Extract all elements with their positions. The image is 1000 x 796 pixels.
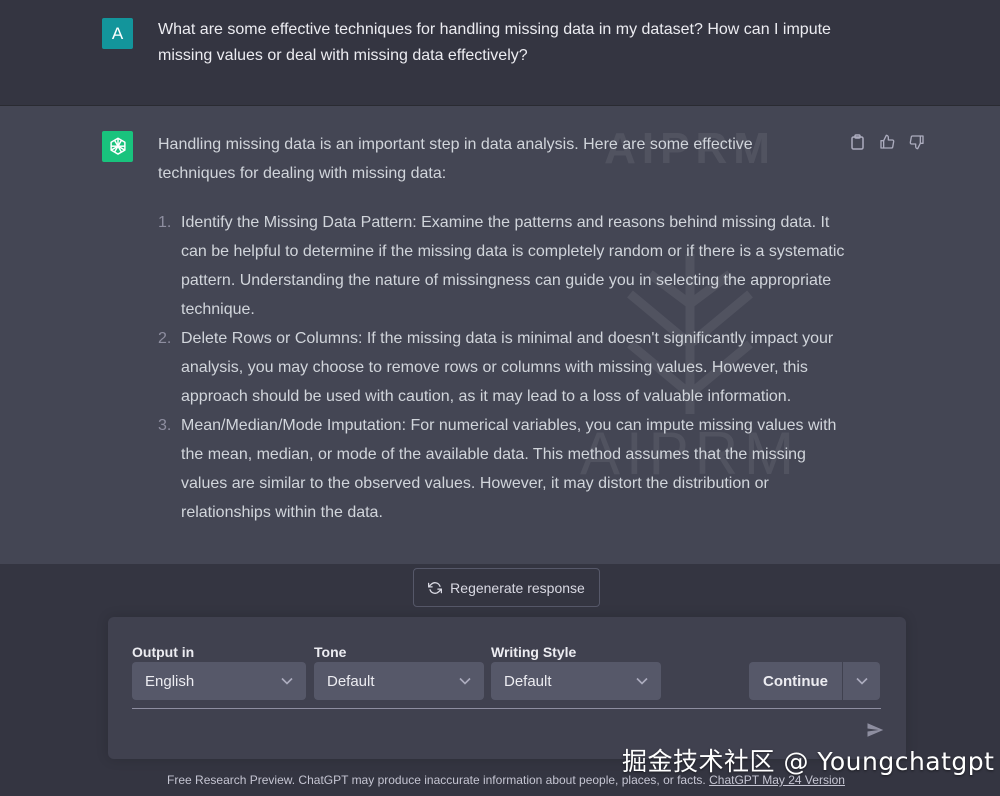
writing-style-label: Writing Style bbox=[491, 644, 577, 660]
user-message: A What are some effective techniques for… bbox=[0, 0, 1000, 106]
list-item-text: Mean/Median/Mode Imputation: For numeric… bbox=[181, 417, 837, 521]
composer-divider bbox=[132, 708, 881, 709]
tone-value: Default bbox=[327, 672, 375, 690]
tone-select[interactable]: Default bbox=[314, 662, 484, 700]
send-icon[interactable] bbox=[866, 721, 886, 741]
copy-icon[interactable] bbox=[848, 133, 866, 151]
regenerate-label: Regenerate response bbox=[450, 579, 585, 596]
writing-style-value: Default bbox=[504, 672, 552, 690]
user-message-text: What are some effective techniques for h… bbox=[158, 21, 831, 64]
list-item-text: Identify the Missing Data Pattern: Exami… bbox=[181, 214, 845, 318]
tone-label: Tone bbox=[314, 644, 347, 660]
thumbs-down-icon[interactable] bbox=[908, 133, 926, 151]
refresh-icon bbox=[428, 581, 443, 594]
chevron-down-icon bbox=[855, 677, 868, 685]
continue-split-button: Continue bbox=[749, 662, 880, 700]
output-in-label: Output in bbox=[132, 644, 195, 660]
composer: Output in English Tone Default Writing S… bbox=[108, 617, 906, 759]
chatgpt-logo-icon bbox=[102, 131, 133, 162]
list-item-text: Delete Rows or Columns: If the missing d… bbox=[181, 330, 834, 405]
assistant-message: AIPRM AIPRM Handling missing data is an … bbox=[0, 106, 1000, 564]
list-item-number: 3. bbox=[158, 417, 172, 434]
technique-list: 1. Identify the Missing Data Pattern: Ex… bbox=[158, 208, 848, 527]
continue-button[interactable]: Continue bbox=[749, 662, 842, 700]
assistant-message-content: Handling missing data is an important st… bbox=[158, 130, 848, 527]
output-in-value: English bbox=[145, 672, 195, 690]
list-item: 2. Delete Rows or Columns: If the missin… bbox=[158, 324, 848, 411]
list-item: 3. Mean/Median/Mode Imputation: For nume… bbox=[158, 411, 848, 527]
list-item-number: 2. bbox=[158, 330, 172, 347]
chevron-down-icon bbox=[636, 677, 648, 685]
continue-options-button[interactable] bbox=[843, 662, 880, 700]
list-item-number: 1. bbox=[158, 214, 172, 231]
writing-style-select[interactable]: Default bbox=[491, 662, 661, 700]
chevron-down-icon bbox=[459, 677, 471, 685]
thumbs-up-icon[interactable] bbox=[878, 133, 896, 151]
output-in-select[interactable]: English bbox=[132, 662, 306, 700]
list-item: 1. Identify the Missing Data Pattern: Ex… bbox=[158, 208, 848, 324]
corner-watermark: 掘金技术社区 @ Youngchatgpt bbox=[622, 747, 995, 776]
assistant-intro: Handling missing data is an important st… bbox=[158, 136, 753, 182]
regenerate-button[interactable]: Regenerate response bbox=[413, 568, 600, 607]
message-actions bbox=[848, 133, 926, 151]
user-avatar: A bbox=[102, 18, 133, 49]
chevron-down-icon bbox=[281, 677, 293, 685]
